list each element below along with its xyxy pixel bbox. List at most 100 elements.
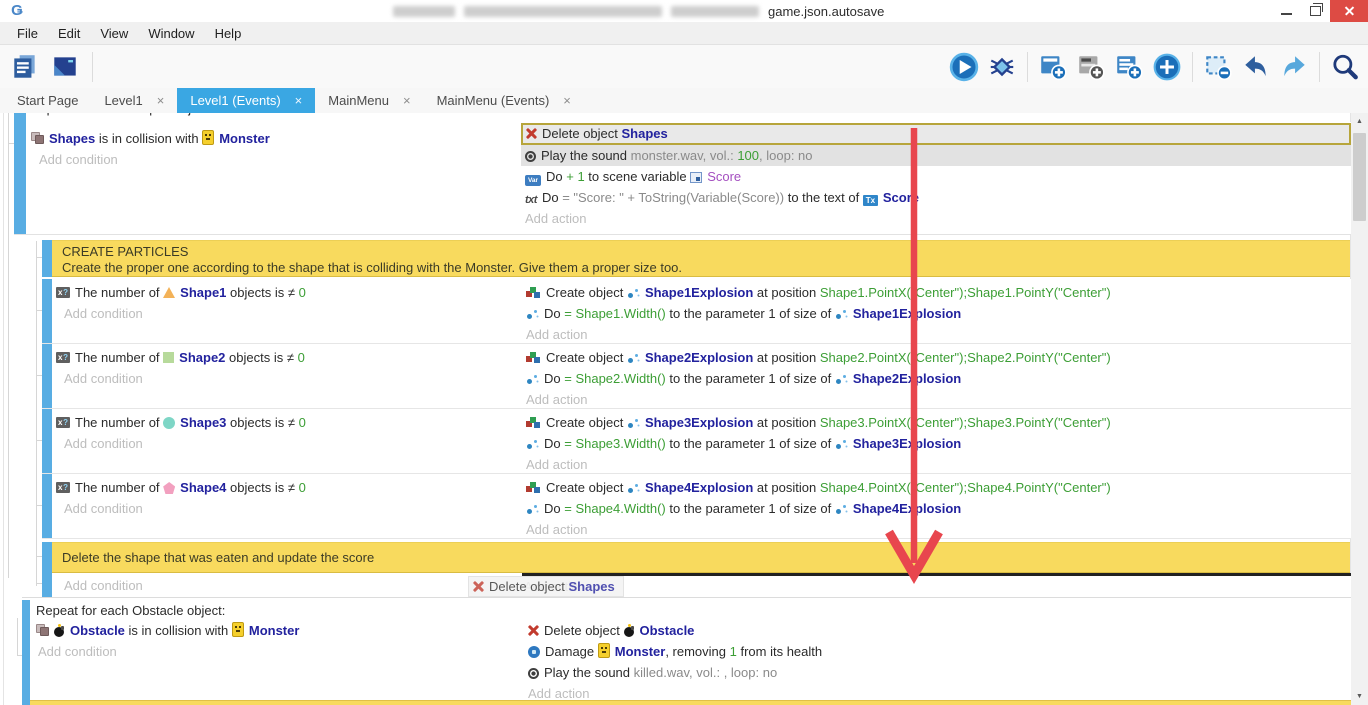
add-circle-button[interactable]: [1150, 50, 1184, 84]
action-row[interactable]: Create object Shape4Explosion at positio…: [522, 477, 1351, 498]
comment-delete-shape[interactable]: Delete the shape that was eaten and upda…: [42, 542, 1351, 573]
add-subevent-button[interactable]: [1074, 50, 1108, 84]
action-row[interactable]: Damage Monster, removing 1 from its heal…: [524, 641, 1351, 662]
condition-row[interactable]: x?The number of Shape3 objects is ≠ 0: [56, 412, 512, 433]
scroll-down-arrow[interactable]: ▼: [1351, 688, 1368, 705]
event-shape-particles[interactable]: x?The number of Shape1 objects is ≠ 0 Ad…: [42, 279, 1351, 344]
minimize-button[interactable]: [1272, 0, 1301, 22]
close-button[interactable]: [1330, 0, 1368, 22]
tab-mainmenu-events-[interactable]: MainMenu (Events)×: [424, 88, 584, 113]
tab-level1[interactable]: Level1 ×: [91, 88, 177, 113]
tab-close-icon[interactable]: ×: [295, 94, 303, 107]
action-row[interactable]: txtDo = "Score: " + ToString(Variable(Sc…: [521, 187, 1351, 208]
vertical-scrollbar[interactable]: ▲ ▼: [1350, 113, 1368, 705]
condition-row[interactable]: Shapes is in collision with Monster: [31, 128, 513, 149]
add-action-link[interactable]: Add action: [522, 324, 1351, 345]
conditions-column: x?The number of Shape2 objects is ≠ 0 Ad…: [52, 344, 512, 408]
comment-create-particles[interactable]: CREATE PARTICLES Create the proper one a…: [42, 240, 1351, 277]
scroll-up-arrow[interactable]: ▲: [1351, 113, 1368, 130]
add-action-link[interactable]: Add action: [522, 519, 1351, 540]
tab-close-icon[interactable]: ×: [157, 94, 165, 107]
action-row[interactable]: Create object Shape2Explosion at positio…: [522, 347, 1351, 368]
actions-column: Create object Shape2Explosion at positio…: [512, 344, 1351, 408]
add-comment-button[interactable]: [1112, 50, 1146, 84]
add-action-link[interactable]: Add action: [522, 389, 1351, 410]
event-header-clipped[interactable]: Repeat for each Shapes object:: [0, 113, 1351, 122]
condition-row[interactable]: x?The number of Shape4 objects is ≠ 0: [56, 477, 512, 498]
add-action-link[interactable]: Add action: [521, 208, 1351, 229]
add-condition-link[interactable]: Add condition: [56, 433, 512, 454]
debug-button[interactable]: [985, 50, 1019, 84]
event-repeat-obstacle[interactable]: Repeat for each Obstacle object: Obstacl…: [22, 597, 1351, 705]
menu-item-edit[interactable]: Edit: [49, 23, 89, 44]
menu-item-view[interactable]: View: [91, 23, 137, 44]
tab-close-icon[interactable]: ×: [403, 94, 411, 107]
menu-item-help[interactable]: Help: [206, 23, 251, 44]
project-manager-button[interactable]: [8, 50, 42, 84]
action-row[interactable]: Do = Shape1.Width() to the parameter 1 o…: [522, 303, 1351, 324]
tab-close-icon[interactable]: ×: [563, 94, 571, 107]
action-row[interactable]: Do = Shape2.Width() to the parameter 1 o…: [522, 368, 1351, 389]
tab-mainmenu[interactable]: MainMenu ×: [315, 88, 423, 113]
event-drop-target[interactable]: Add condition Add action Delete object S…: [42, 573, 1351, 597]
add-condition-link[interactable]: Add condition: [56, 303, 512, 324]
action-row[interactable]: Create object Shape3Explosion at positio…: [522, 412, 1351, 433]
action-row[interactable]: Play the sound killed.wav, vol.: , loop:…: [524, 662, 1351, 683]
add-condition-link[interactable]: Add condition: [56, 498, 512, 519]
event-shape-particles[interactable]: x?The number of Shape2 objects is ≠ 0 Ad…: [42, 344, 1351, 409]
particles-icon: [526, 438, 539, 450]
action-row[interactable]: Do = Shape4.Width() to the parameter 1 o…: [522, 498, 1351, 519]
toolbar-right-group: [947, 45, 1362, 88]
add-action-link[interactable]: Add action: [522, 454, 1351, 475]
add-condition-link[interactable]: Add condition: [36, 641, 516, 662]
add-condition-link[interactable]: Add condition: [56, 368, 512, 389]
condition-row[interactable]: x?The number of Shape1 objects is ≠ 0: [56, 282, 512, 303]
play-button[interactable]: [947, 50, 981, 84]
actions-list: Create object Shape2Explosion at positio…: [522, 347, 1351, 389]
search-button[interactable]: [1328, 50, 1362, 84]
event-shape-particles[interactable]: x?The number of Shape3 objects is ≠ 0 Ad…: [42, 409, 1351, 474]
count-icon: x?: [56, 417, 70, 428]
editor-tab-bar: Start PageLevel1×Level1 (Events)×MainMen…: [0, 88, 1368, 113]
conditions-column: Shapes is in collision with Monster Add …: [28, 122, 513, 234]
remove-event-icon: [1203, 52, 1233, 82]
redo-button[interactable]: [1277, 50, 1311, 84]
actions-list: Create object Shape3Explosion at positio…: [522, 412, 1351, 454]
particles-icon: [835, 308, 848, 320]
event-bar: [42, 542, 52, 573]
action-row[interactable]: Delete object Obstacle: [524, 620, 1351, 641]
tab-level1-events-[interactable]: Level1 (Events)×: [177, 88, 315, 113]
scrollbar-thumb[interactable]: [1353, 133, 1366, 221]
maximize-button[interactable]: [1301, 0, 1330, 22]
actions-list: Delete object ObstacleDamage Monster, re…: [524, 620, 1351, 683]
tab-label: Start Page: [17, 93, 78, 108]
create-icon: [526, 287, 541, 299]
menu-item-file[interactable]: File: [8, 23, 47, 44]
add-condition-link[interactable]: Add condition: [56, 575, 512, 596]
event-shapes-collision[interactable]: Shapes is in collision with Monster Add …: [14, 122, 1351, 235]
menu-item-window[interactable]: Window: [139, 23, 203, 44]
condition-row[interactable]: x?The number of Shape2 objects is ≠ 0: [56, 347, 512, 368]
add-action-link[interactable]: Add action: [522, 576, 1351, 597]
repeat-event-header[interactable]: Repeat for each Obstacle object:: [30, 598, 1351, 620]
editors-window-button[interactable]: [48, 50, 82, 84]
add-condition-link[interactable]: Add condition: [31, 149, 513, 170]
add-event-button[interactable]: [1036, 50, 1070, 84]
particles-icon: [627, 482, 640, 494]
action-row[interactable]: VarDo + 1 to scene variable Score: [521, 166, 1351, 187]
tab-start-page[interactable]: Start Page: [4, 88, 91, 113]
action-row[interactable]: Do = Shape3.Width() to the parameter 1 o…: [522, 433, 1351, 454]
remove-event-button[interactable]: [1201, 50, 1235, 84]
particles-icon: [526, 373, 539, 385]
particles-icon: [835, 373, 848, 385]
tab-label: MainMenu: [328, 93, 389, 108]
tab-label: Level1: [104, 93, 142, 108]
action-row[interactable]: Create object Shape1Explosion at positio…: [522, 282, 1351, 303]
redacted-title-segment: [671, 6, 759, 17]
event-shape-particles[interactable]: x?The number of Shape4 objects is ≠ 0 Ad…: [42, 474, 1351, 539]
action-row[interactable]: Play the sound monster.wav, vol.: 100, l…: [521, 145, 1351, 166]
undo-button[interactable]: [1239, 50, 1273, 84]
condition-row[interactable]: Obstacle is in collision with Monster: [36, 620, 516, 641]
action-row[interactable]: Delete object Shapes: [521, 123, 1351, 145]
play-icon: [949, 52, 979, 82]
